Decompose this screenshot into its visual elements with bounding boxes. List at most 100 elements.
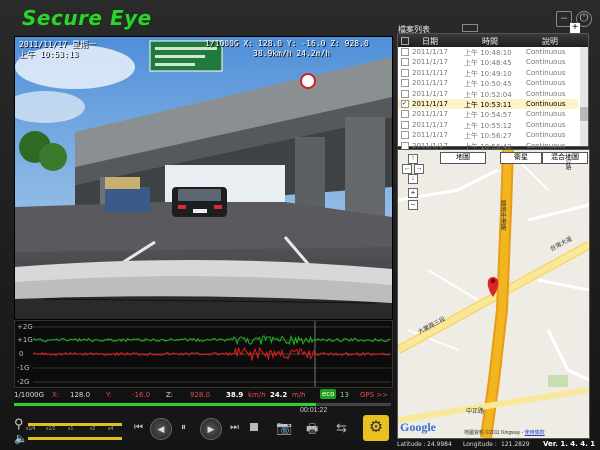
latitude-label: Latitude : xyxy=(397,441,426,448)
file-list: 日期 時間 說明 2011/1/17 上午 10:48:10 Continuous 2… xyxy=(397,33,589,151)
filelist-scroll-thumb[interactable] xyxy=(580,107,588,121)
speed-mph-unit: m/h xyxy=(292,391,306,399)
filelist-scrollbar[interactable] xyxy=(580,47,588,146)
file-row-checkbox[interactable] xyxy=(401,79,409,88)
series-red-line xyxy=(33,346,391,361)
file-row-date: 2011/1/17 xyxy=(412,89,448,98)
file-row[interactable]: ✓ 2011/1/17 上午 10:53:11 Continuous xyxy=(398,99,578,110)
zoom-out-icon[interactable]: − xyxy=(408,200,418,210)
file-row-desc: Continuous xyxy=(526,120,566,129)
pan-left-icon[interactable]: ← xyxy=(402,164,412,174)
pan-up-icon[interactable]: ↑ xyxy=(408,154,418,164)
gps-link[interactable]: GPS >> xyxy=(360,391,388,399)
header-time[interactable]: 時間 xyxy=(482,36,498,47)
y-label: Y: xyxy=(106,391,112,399)
speed-scale-3: x1 xyxy=(68,426,74,432)
scale-label: 1/1000G xyxy=(14,391,45,399)
file-row-desc: Continuous xyxy=(526,79,566,88)
speed-mph: 24.2 xyxy=(270,391,288,399)
eco-badge: eco xyxy=(320,389,337,399)
file-row-date: 2011/1/17 xyxy=(412,48,448,56)
export-icon[interactable]: ⇆ xyxy=(336,420,347,436)
filelist-toggle-icon[interactable] xyxy=(462,24,478,32)
header-desc[interactable]: 說明 xyxy=(542,36,558,47)
forward-button[interactable]: ▶ xyxy=(200,418,222,440)
app-title: Secure Eye xyxy=(22,6,152,30)
zoom-in-icon[interactable]: + xyxy=(408,188,418,198)
volume-icon[interactable]: 🔈 xyxy=(14,432,28,445)
volume-slider[interactable] xyxy=(28,437,122,440)
file-row-date: 2011/1/17 xyxy=(412,68,448,77)
osd-sensor: 1/1000G X: 128.0 Y: -16.0 Z: 928.0 xyxy=(205,39,369,48)
file-row-checkbox[interactable] xyxy=(401,110,409,119)
select-all-checkbox[interactable] xyxy=(401,37,409,45)
gsensor-graph[interactable]: +2G +1G 0 -1G -2G xyxy=(14,320,393,388)
speed-kmh: 38.9 xyxy=(226,391,244,399)
file-row[interactable]: 2011/1/17 上午 10:54:57 Continuous xyxy=(398,109,578,119)
graph-label-zero: 0 xyxy=(19,350,24,358)
next-file-button[interactable]: ⏭ xyxy=(230,422,239,433)
file-row[interactable]: 2011/1/17 上午 10:48:10 Continuous xyxy=(398,47,578,57)
pan-down-icon[interactable]: ↓ xyxy=(408,174,418,184)
file-row-date: 2011/1/17 xyxy=(412,100,448,108)
latitude-value: 24.9984 xyxy=(427,441,452,448)
video-player[interactable]: 2011/11/17 星期一 上午 10:53:13 1/1000G X: 12… xyxy=(14,36,393,320)
map-copyright-text: 地圖資料 ©2011 Kingway - xyxy=(464,430,525,436)
file-row-checkbox[interactable] xyxy=(401,120,409,129)
pause-button[interactable]: ⏸ xyxy=(181,422,186,433)
file-row-desc: Continuous xyxy=(526,58,566,67)
file-row[interactable]: 2011/1/17 上午 10:55:12 Continuous xyxy=(398,120,578,130)
file-row-checkbox[interactable] xyxy=(401,48,409,56)
map-tab-map[interactable]: 地圖 xyxy=(440,152,486,164)
file-row-desc: Continuous xyxy=(526,100,566,108)
rewind-button[interactable]: ◀ xyxy=(150,418,172,440)
eco-value: 13 xyxy=(340,391,349,399)
file-row-date: 2011/1/17 xyxy=(412,131,448,140)
settings-gear-icon[interactable]: ⚙ xyxy=(363,415,389,441)
playback-controls: ⚲ 🔈 x1/4 x1/2 x1 x2 x4 ⏮ ◀ ⏸ ▶ ⏭ 📷 🖶 ⇆ ⚙ xyxy=(0,410,395,450)
graph-label-minus2g: -2G xyxy=(17,378,30,386)
file-row-date: 2011/1/17 xyxy=(412,110,448,119)
osd-time: 上午 10:53:13 xyxy=(19,50,79,59)
map-copyright: 地圖資料 ©2011 Kingway - 使用條款 xyxy=(464,429,545,436)
x-label: X: xyxy=(52,391,60,399)
file-row-checkbox[interactable] xyxy=(401,89,409,98)
file-row[interactable]: 2011/1/17 上午 10:49:10 Continuous xyxy=(398,68,578,78)
stop-button[interactable] xyxy=(250,423,258,431)
osd-speed: 38.9km/h 24.2m/h xyxy=(253,49,331,58)
file-row[interactable]: 2011/1/17 上午 10:50:45 Continuous xyxy=(398,78,578,88)
add-file-button[interactable]: + xyxy=(570,23,580,33)
file-row-checkbox[interactable] xyxy=(401,131,409,140)
status-bar: Latitude : 24.9984 Longitude : 121.2829 … xyxy=(397,438,600,450)
graph-label-plus2g: +2G xyxy=(17,323,33,331)
camera-snapshot-icon[interactable]: 📷 xyxy=(276,420,292,436)
file-row[interactable]: 2011/1/17 上午 10:56:27 Continuous xyxy=(398,130,578,140)
file-row[interactable]: 2011/1/17 上午 10:52:04 Continuous xyxy=(398,89,578,99)
playback-progress[interactable] xyxy=(14,403,391,406)
map-road-label-4: 公路 xyxy=(564,158,570,170)
file-row-checkbox[interactable] xyxy=(401,58,409,67)
pan-right-icon[interactable]: → xyxy=(414,164,424,174)
y-value: -16.0 xyxy=(132,391,151,399)
graph-label-plus1g: +1G xyxy=(17,336,33,344)
graph-label-minus1g: -1G xyxy=(17,364,30,372)
file-row-desc: Continuous xyxy=(526,48,566,56)
file-row-checkbox[interactable]: ✓ xyxy=(401,100,409,108)
file-row-date: 2011/1/17 xyxy=(412,120,448,129)
google-logo: Google xyxy=(400,420,436,434)
speed-scale-4: x2 xyxy=(90,426,96,432)
file-row-desc: Continuous xyxy=(526,110,566,119)
longitude-value: 121.2829 xyxy=(501,441,530,448)
map-panel[interactable]: 地圖 衛星 混合地圖 ↑ ← → ↓ + − 大業路三段 國道中港路 台灣大道 … xyxy=(397,149,590,439)
file-row[interactable]: 2011/1/17 上午 10:48:45 Continuous xyxy=(398,57,578,67)
previous-file-button[interactable]: ⏮ xyxy=(134,422,143,433)
map-road-label-5: 中正路 xyxy=(466,409,485,415)
z-value: 928.0 xyxy=(190,391,211,399)
header-date[interactable]: 日期 xyxy=(422,36,438,47)
print-icon[interactable]: 🖶 xyxy=(306,420,318,442)
map-terms-link[interactable]: 使用條款 xyxy=(525,430,545,436)
file-row-checkbox[interactable] xyxy=(401,68,409,77)
graph-plot xyxy=(33,321,391,387)
map-tab-satellite[interactable]: 衛星 xyxy=(500,152,542,164)
playback-progress-fill xyxy=(14,403,316,406)
